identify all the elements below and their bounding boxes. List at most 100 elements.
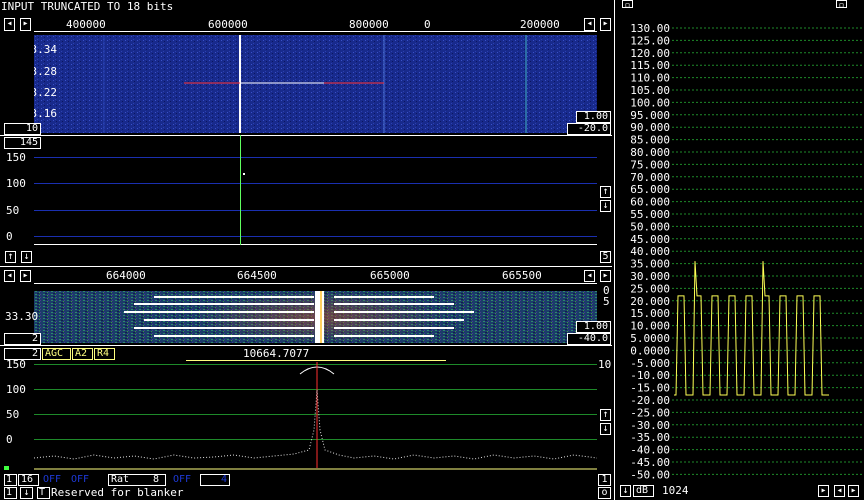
hires-up-button[interactable]: ↑ [600,409,611,421]
hires-left-button[interactable]: ◂ [4,270,15,282]
hires-waterfall-left-num[interactable]: 2 [4,333,41,345]
y-axis-label: 100 [6,383,26,396]
smeter-scale-label: 125.00 [630,34,670,47]
freq-tick-label: 200000 [520,18,560,31]
smeter-scale-label: 25.000 [630,282,670,295]
hires-waterfall-gain[interactable]: 1.00 [576,321,611,333]
hires-right-button[interactable]: ▸ [20,270,31,282]
spectrum-up-button[interactable]: ↑ [600,186,611,198]
smeter-close-button[interactable]: ▫ [622,0,633,11]
spectrum-left-up-button[interactable]: ↑ [5,251,16,263]
smeter-scale-label: 75.000 [630,158,670,171]
smeter-scale-label: -10.00 [630,369,670,382]
smeter-scale-label: 70.000 [630,171,670,184]
rat-value: 8 [152,474,159,485]
smeter-scale-label: 115.00 [630,59,670,72]
freq-tick-label: 800000 [349,18,389,31]
grid-line [34,236,597,237]
time-label: 00.33.22 [34,86,57,99]
time-label: 00.33.28 [34,65,57,78]
smeter-down-button[interactable]: ↓ [620,485,631,497]
y-axis-label: 150 [6,151,26,164]
hires-waterfall[interactable] [34,291,597,343]
y-axis-label: 50 [6,204,20,217]
smeter-scale-label: 130.00 [630,22,670,35]
hires-zoom-left-button[interactable]: ◂ [584,270,595,282]
hires-waterfall-offset[interactable]: -40.0 [567,333,611,345]
frequency-readout: 10664.7077 [243,347,310,360]
smeter-scale-label: -5.000 [630,357,670,370]
wide-waterfall-noise [34,35,597,133]
spectrum-left-down-button[interactable]: ↓ [21,251,32,263]
rat-box[interactable]: Rat 8 [108,474,166,486]
hires-zoom-right-button[interactable]: ▸ [600,270,611,282]
smeter-scale-label: 100.00 [630,96,670,109]
zoom-left-button[interactable]: ◂ [584,18,595,31]
grid-line [34,157,597,158]
freq-tick-label: 664500 [237,269,277,282]
smeter-min-button[interactable]: ▫ [836,0,847,11]
r4-button[interactable]: R4 [94,348,115,360]
wide-waterfall[interactable]: 00.33.34 00.33.28 00.33.22 00.33.16 [34,35,597,133]
off-button-3[interactable]: OFF [170,474,199,486]
bottom-right-o[interactable]: o [598,487,611,499]
y-axis-label: 0 [6,433,13,446]
y-axis-label: 100 [6,177,26,190]
agc-button[interactable]: AGC [42,348,71,360]
scale-baseline [34,283,597,284]
smeter-scale-label: 40.000 [630,245,670,258]
smeter-scale-label: -15.00 [630,382,670,395]
zoom-right-button[interactable]: ▸ [600,18,611,31]
grid-line [34,210,597,211]
y-axis-label: 50 [6,408,20,421]
smeter-right-button[interactable]: ▸ [818,485,829,497]
rat-label: Rat [111,474,130,485]
wide-freq-scale: 400000 600000 800000 0 200000 [34,17,597,34]
bottom-right-one[interactable]: 1 [598,474,611,486]
bottom-down-button[interactable]: ↓ [20,487,33,499]
status-message: INPUT TRUNCATED TO 18 bits [1,0,174,13]
a2-button[interactable]: A2 [72,348,93,360]
smeter-scale-label: 95.000 [630,109,670,122]
wide-waterfall-avg[interactable]: 10 [4,123,41,135]
wide-waterfall-offset[interactable]: -20.0 [567,123,611,135]
freq-tick-label: 600000 [208,18,248,31]
wide-spectrum[interactable] [34,135,597,250]
smeter-scale-label: 60.000 [630,196,670,209]
spectrum-baseline [34,244,597,245]
freq-tick-label: 0 [424,18,431,31]
wide-spectrum-right-box[interactable]: 5 [600,251,611,263]
smeter-scale-label: 85.000 [630,134,670,147]
db-button[interactable]: dB [633,485,654,497]
off-button-1[interactable]: OFF [40,474,69,486]
scroll-left-button[interactable]: ◂ [4,18,15,31]
smeter-right-button-2[interactable]: ▸ [848,485,859,497]
sample-count: 1024 [662,484,689,497]
bottom-four-box[interactable]: 4 [200,474,230,486]
off-button-2[interactable]: OFF [68,474,97,486]
panel-divider [614,0,615,500]
smeter-scale-label: -50.00 [630,468,670,481]
smeter-scale-label: 30.000 [630,270,670,283]
smeter-scale-label: 105.00 [630,84,670,97]
spectrum-peak [240,135,241,245]
smeter-left-button[interactable]: ◂ [834,485,845,497]
hires-spectrum[interactable] [34,360,597,472]
spectrum-down-button[interactable]: ↓ [600,200,611,212]
bottom-sixteen-box[interactable]: 16 [18,474,39,486]
scroll-right-button[interactable]: ▸ [20,18,31,31]
bottom-row2-one[interactable]: 1 [4,487,17,499]
bottom-one-box[interactable]: 1 [4,474,17,486]
smeter-scale-label: -30.00 [630,419,670,432]
smeter-scale-label: 110.00 [630,72,670,85]
hires-down-button[interactable]: ↓ [600,423,611,435]
t-button[interactable]: T [37,487,50,499]
smeter-scale-label: 120.00 [630,47,670,60]
wide-waterfall-gain[interactable]: 1.00 [576,111,611,123]
freq-tick-label: 665500 [502,269,542,282]
smeter-graph[interactable]: 130.00 125.00 120.00 115.00 110.00 105.00 100.… [616,12,864,484]
grid-line [34,183,597,184]
smeter-scale-label: -35.00 [630,431,670,444]
section-divider [0,345,612,346]
smeter-scale-label: -45.00 [630,456,670,469]
